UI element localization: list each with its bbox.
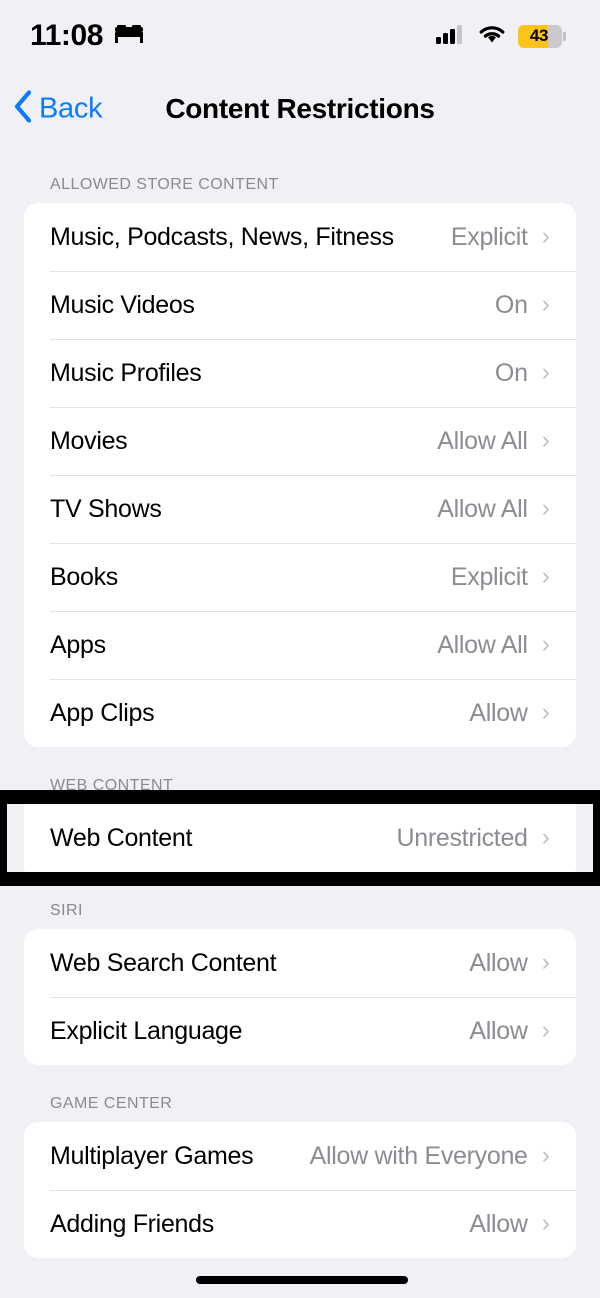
list-item-right: Unrestricted › — [397, 824, 551, 853]
list-item-label: Apps — [50, 630, 106, 659]
list-item-value: Allow All — [437, 630, 528, 659]
list-item-value: On — [494, 290, 528, 319]
chevron-right-icon: › — [541, 561, 550, 590]
list-item-value: Explicit — [450, 222, 528, 251]
section-header: WEB CONTENT — [50, 777, 174, 794]
list-item-right: Allow with Everyone › — [310, 1142, 550, 1171]
bed-icon — [114, 23, 144, 50]
list-item-right: Allow › — [469, 1017, 550, 1046]
wifi-icon — [477, 23, 507, 50]
section-header: GAME CENTER — [50, 1095, 173, 1112]
chevron-right-icon: › — [541, 1015, 550, 1044]
section-web-content: WEB CONTENT Web Content Unrestricted › — [0, 747, 600, 886]
list-item-right: Allow › — [469, 699, 550, 728]
list-item-label: Adding Friends — [50, 1209, 214, 1238]
list-item-label: Web Search Content — [50, 948, 277, 977]
list-item-right: Allow All › — [437, 427, 550, 456]
chevron-right-icon: › — [541, 629, 550, 658]
chevron-right-icon: › — [541, 289, 550, 318]
list-item-value: On — [494, 358, 528, 387]
settings-card: Multiplayer Games Allow with Everyone › … — [24, 1122, 576, 1258]
section-siri: SIRI Web Search Content Allow › Explicit… — [0, 872, 600, 1065]
list-item-value: Allow — [469, 948, 528, 977]
chevron-right-icon: › — [541, 425, 550, 454]
list-item-value: Unrestricted — [396, 823, 528, 852]
list-item[interactable]: Books Explicit › — [24, 543, 576, 611]
list-item-right: Explicit › — [451, 563, 550, 592]
battery-indicator: 43 — [517, 24, 566, 48]
list-item-right: Allow › — [469, 1210, 550, 1239]
list-item-label: Books — [50, 562, 118, 591]
status-bar: 11:08 43 — [0, 0, 600, 72]
list-item-right: Allow All › — [437, 631, 550, 660]
settings-card: Music, Podcasts, News, Fitness Explicit … — [24, 203, 576, 747]
list-item-value: Allow — [469, 1209, 528, 1238]
highlight-wrapper: Web Content Unrestricted › — [0, 790, 600, 886]
settings-card: Web Content Unrestricted › — [24, 804, 576, 872]
list-item-value: Allow — [469, 698, 528, 727]
list-item-label: App Clips — [50, 698, 155, 727]
list-item-value: Allow All — [437, 426, 528, 455]
cellular-bars-icon — [435, 23, 466, 50]
chevron-right-icon: › — [541, 357, 550, 386]
chevron-right-icon: › — [541, 493, 550, 522]
list-item-label: Web Content — [50, 823, 193, 852]
list-item-value: Allow with Everyone — [309, 1141, 528, 1170]
list-item-label: TV Shows — [50, 494, 162, 523]
list-item[interactable]: TV Shows Allow All › — [24, 475, 576, 543]
list-item-label: Movies — [50, 426, 128, 455]
list-item-right: On › — [495, 359, 550, 388]
list-item-label: Music Videos — [50, 290, 195, 319]
list-item[interactable]: Multiplayer Games Allow with Everyone › — [24, 1122, 576, 1190]
battery-body: 43 — [517, 24, 562, 48]
list-item-right: Allow › — [469, 949, 550, 978]
list-item[interactable]: Movies Allow All › — [24, 407, 576, 475]
list-item[interactable]: Music Profiles On › — [24, 339, 576, 407]
list-item-right: Allow All › — [437, 495, 550, 524]
list-item-right: Explicit › — [451, 223, 550, 252]
list-item[interactable]: Adding Friends Allow › — [24, 1190, 576, 1258]
list-item[interactable]: App Clips Allow › — [24, 679, 576, 747]
list-item[interactable]: Explicit Language Allow › — [24, 997, 576, 1065]
battery-percent-label: 43 — [529, 26, 549, 45]
status-bar-right: 43 — [435, 23, 566, 50]
list-item[interactable]: Web Content Unrestricted › — [24, 804, 576, 872]
list-item-label: Explicit Language — [50, 1016, 243, 1045]
chevron-right-icon: › — [541, 822, 550, 851]
list-item-value: Explicit — [450, 562, 528, 591]
list-item[interactable]: Web Search Content Allow › — [24, 929, 576, 997]
list-item-label: Multiplayer Games — [50, 1141, 254, 1170]
page-title: Content Restrictions — [165, 93, 435, 124]
list-item-value: Allow — [469, 1016, 528, 1045]
list-item-label: Music, Podcasts, News, Fitness — [50, 222, 394, 251]
chevron-right-icon: › — [541, 697, 550, 726]
section-header: ALLOWED STORE CONTENT — [50, 176, 279, 193]
section-header: SIRI — [50, 902, 83, 919]
chevron-right-icon: › — [541, 947, 550, 976]
list-item[interactable]: Music, Podcasts, News, Fitness Explicit … — [24, 203, 576, 271]
status-bar-left: 11:08 — [30, 19, 144, 53]
home-indicator[interactable] — [196, 1276, 408, 1284]
list-item-value: Allow All — [437, 494, 528, 523]
chevron-right-icon: › — [541, 1140, 550, 1169]
settings-card: Web Search Content Allow › Explicit Lang… — [24, 929, 576, 1065]
list-item[interactable]: Apps Allow All › — [24, 611, 576, 679]
settings-list: ALLOWED STORE CONTENT Music, Podcasts, N… — [0, 146, 600, 1258]
status-bar-clock: 11:08 — [30, 19, 104, 52]
section-game-center: GAME CENTER Multiplayer Games Allow with… — [0, 1065, 600, 1258]
list-item-label: Music Profiles — [50, 358, 202, 387]
list-item-right: On › — [495, 291, 550, 320]
section-allowed-store-content: ALLOWED STORE CONTENT Music, Podcasts, N… — [0, 146, 600, 747]
chevron-right-icon: › — [541, 221, 550, 250]
list-item[interactable]: Music Videos On › — [24, 271, 576, 339]
battery-tip — [563, 31, 566, 41]
navigation-bar: Back Content Restrictions — [0, 72, 600, 146]
iphone-screen: 11:08 43 Back Content Restrictions ALLOW… — [0, 0, 600, 1298]
chevron-right-icon: › — [541, 1208, 550, 1237]
